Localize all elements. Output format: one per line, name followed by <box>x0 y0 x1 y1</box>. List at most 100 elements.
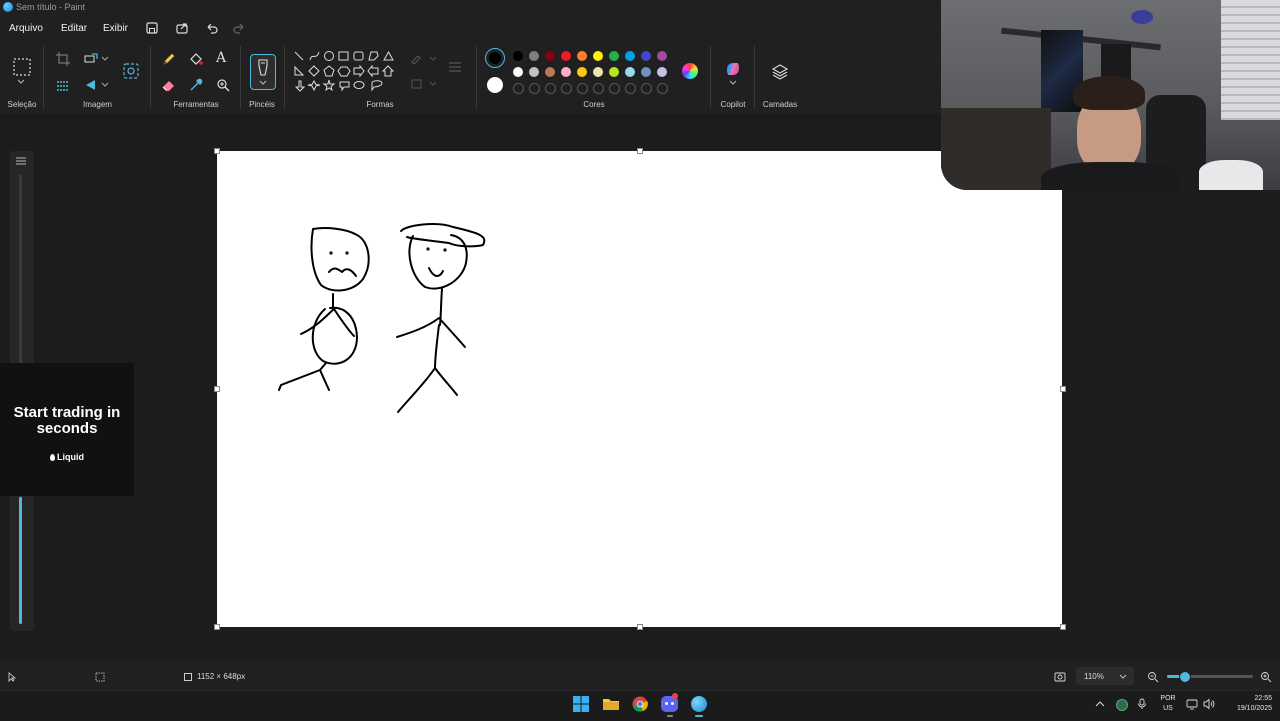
palette-color-swatch[interactable] <box>657 51 667 61</box>
zoom-out-icon[interactable] <box>1147 671 1159 683</box>
palette-color-swatch[interactable] <box>641 51 651 61</box>
palette-color-swatch[interactable] <box>545 51 555 61</box>
custom-color-slot[interactable] <box>641 83 652 94</box>
select-all-icon[interactable] <box>55 77 71 93</box>
layers-icon[interactable] <box>771 63 789 81</box>
select-rectangle-icon[interactable] <box>12 57 32 77</box>
custom-color-slot[interactable] <box>657 83 668 94</box>
fit-to-window-icon[interactable] <box>1054 671 1066 683</box>
custom-color-slot[interactable] <box>561 83 572 94</box>
file-explorer-icon[interactable] <box>602 696 620 712</box>
zoom-in-icon[interactable] <box>1260 671 1272 683</box>
share-icon[interactable] <box>175 21 189 35</box>
discord-icon[interactable] <box>661 693 678 712</box>
group-label-brushes: Pincéis <box>249 100 275 109</box>
palette-color-swatch[interactable] <box>545 67 555 77</box>
save-icon[interactable] <box>145 21 159 35</box>
primary-color-button[interactable] <box>485 48 505 68</box>
palette-color-swatch[interactable] <box>657 67 667 77</box>
zoom-slider-thumb[interactable] <box>1179 671 1191 683</box>
paint-taskbar-icon[interactable] <box>691 696 707 712</box>
clock-time[interactable]: 22:55 <box>1222 695 1272 702</box>
microphone-icon[interactable] <box>1137 698 1147 710</box>
chevron-down-icon[interactable] <box>101 56 109 62</box>
custom-color-slot[interactable] <box>593 83 604 94</box>
custom-color-slot[interactable] <box>609 83 620 94</box>
window-title: Sem título - Paint <box>16 2 86 12</box>
network-icon[interactable] <box>1186 698 1198 710</box>
canvas-resize-handle[interactable] <box>637 624 643 630</box>
zoom-select[interactable]: 110% <box>1076 667 1134 685</box>
copilot-icon[interactable] <box>724 60 742 78</box>
menu-file[interactable]: Arquivo <box>9 23 43 34</box>
chevron-up-icon[interactable] <box>1095 700 1105 708</box>
redo-icon[interactable] <box>232 21 246 35</box>
canvas-resize-handle[interactable] <box>214 386 220 392</box>
undo-icon[interactable] <box>205 21 219 35</box>
palette-color-swatch[interactable] <box>529 51 539 61</box>
palette-color-swatch[interactable] <box>577 67 587 77</box>
chevron-down-icon[interactable] <box>101 82 109 88</box>
chevron-down-icon[interactable] <box>17 79 25 85</box>
webcam-pillow <box>1199 160 1263 190</box>
custom-color-slot[interactable] <box>529 83 540 94</box>
pencil-icon[interactable] <box>161 51 177 67</box>
rotate-icon[interactable] <box>83 77 99 93</box>
brushes-button[interactable] <box>250 54 276 90</box>
shapes-gallery[interactable] <box>292 49 396 97</box>
tray-app-icon[interactable] <box>1116 699 1128 711</box>
eraser-icon[interactable] <box>161 77 177 93</box>
volume-icon[interactable] <box>1203 698 1215 710</box>
canvas-resize-handle[interactable] <box>1060 624 1066 630</box>
chrome-icon[interactable] <box>632 696 648 712</box>
crop-icon[interactable] <box>55 51 71 67</box>
palette-color-swatch[interactable] <box>513 51 523 61</box>
palette-color-swatch[interactable] <box>529 67 539 77</box>
palette-color-swatch[interactable] <box>513 67 523 77</box>
palette-color-swatch[interactable] <box>625 67 635 77</box>
fill-bucket-icon[interactable] <box>188 51 204 67</box>
clock-date[interactable]: 19/10/2025 <box>1222 705 1272 712</box>
group-label-image: Imagem <box>83 100 112 109</box>
custom-color-slot[interactable] <box>625 83 636 94</box>
drawing-canvas[interactable] <box>217 151 1062 627</box>
keyboard-layout[interactable]: US <box>1156 705 1180 712</box>
palette-color-swatch[interactable] <box>593 51 603 61</box>
palette-color-swatch[interactable] <box>561 67 571 77</box>
palette-color-swatch[interactable] <box>641 67 651 77</box>
palette-color-swatch[interactable] <box>577 51 587 61</box>
canvas-resize-handle[interactable] <box>214 624 220 630</box>
canvas-resize-handle[interactable] <box>1060 386 1066 392</box>
shape-size-icon[interactable] <box>447 60 463 74</box>
resize-icon[interactable] <box>83 51 99 67</box>
menu-edit[interactable]: Editar <box>61 23 87 34</box>
palette-color-swatch[interactable] <box>609 51 619 61</box>
palette-color-swatch[interactable] <box>593 67 603 77</box>
group-label-copilot: Copilot <box>720 100 746 109</box>
secondary-color-button[interactable] <box>487 77 503 93</box>
palette-color-swatch[interactable] <box>625 51 635 61</box>
chevron-down-icon <box>259 80 267 85</box>
palette-color-swatch[interactable] <box>561 51 571 61</box>
magnifier-icon[interactable] <box>215 77 231 93</box>
chevron-down-icon[interactable] <box>729 80 737 86</box>
edit-colors-icon[interactable] <box>682 63 698 79</box>
text-tool-icon[interactable]: A <box>216 50 226 66</box>
shape-fill-icon[interactable] <box>410 78 440 90</box>
ad-brand: Liquid <box>0 452 134 462</box>
ad-banner[interactable]: Start trading in seconds Liquid <box>0 363 134 496</box>
canvas-resize-handle[interactable] <box>637 148 643 154</box>
menu-view[interactable]: Exibir <box>103 23 128 34</box>
windows-start-icon[interactable] <box>573 696 589 712</box>
custom-color-slot[interactable] <box>513 83 524 94</box>
shape-outline-icon[interactable] <box>410 53 440 65</box>
color-picker-icon[interactable] <box>188 77 204 93</box>
custom-color-slot[interactable] <box>577 83 588 94</box>
webcam-window-blinds <box>1221 0 1280 120</box>
running-indicator <box>667 715 673 717</box>
image-background-icon[interactable] <box>122 62 140 80</box>
language-code[interactable]: POR <box>1156 695 1180 702</box>
palette-color-swatch[interactable] <box>609 67 619 77</box>
canvas-resize-handle[interactable] <box>214 148 220 154</box>
custom-color-slot[interactable] <box>545 83 556 94</box>
